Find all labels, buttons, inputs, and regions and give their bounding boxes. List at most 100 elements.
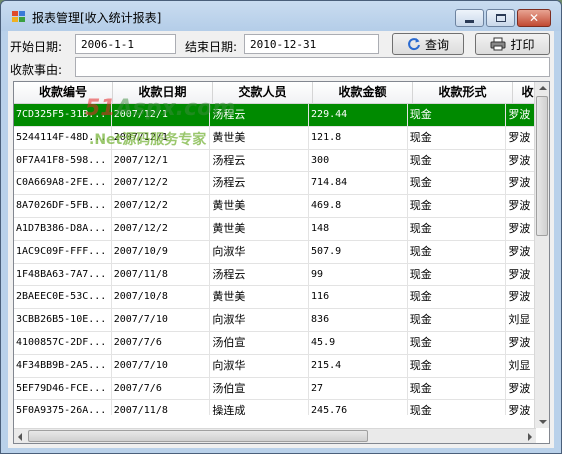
table-cell[interactable]: 0F7A41F8-598... — [14, 149, 112, 172]
table-cell[interactable]: 现金 — [408, 377, 507, 400]
start-date-field[interactable]: 2006-1-1 — [75, 34, 176, 54]
table-row[interactable]: 4100857C-2DF... 2007/7/6 汤伯宣 45.9 现金 罗波 — [14, 331, 536, 355]
table-cell[interactable]: 罗波 — [506, 240, 536, 263]
table-cell[interactable]: 现金 — [408, 286, 507, 309]
table-cell[interactable]: 罗波 — [506, 149, 536, 172]
title-bar[interactable]: 报表管理[收入统计报表] ✕ — [1, 1, 561, 31]
table-cell[interactable]: 8A7026DF-5FB... — [14, 195, 112, 217]
table-cell[interactable]: 现金 — [408, 195, 507, 217]
table-cell[interactable]: 27 — [309, 377, 408, 400]
table-cell[interactable]: 229.44 — [309, 104, 408, 126]
horizontal-scrollbar[interactable] — [14, 428, 536, 443]
table-cell[interactable]: 罗波 — [506, 377, 536, 400]
table-cell[interactable]: 215.4 — [309, 354, 408, 377]
table-cell[interactable]: 现金 — [408, 126, 507, 149]
table-cell[interactable]: 99 — [309, 263, 408, 286]
table-row[interactable]: 3CBB26B5-10E... 2007/7/10 向淑华 836 现金 刘显 — [14, 309, 536, 332]
table-cell[interactable]: 1AC9C09F-FFF... — [14, 240, 112, 263]
table-cell[interactable]: 507.9 — [309, 240, 408, 263]
column-header[interactable]: 收款形式 — [413, 82, 513, 104]
table-cell[interactable]: 汤伯宣 — [210, 377, 310, 400]
table-cell[interactable]: 现金 — [408, 263, 507, 286]
table-cell[interactable]: 现金 — [408, 309, 507, 331]
table-cell[interactable]: 2007/12/2 — [112, 217, 211, 240]
table-cell[interactable]: 现金 — [408, 172, 507, 195]
table-cell[interactable]: 现金 — [408, 354, 507, 377]
end-date-field[interactable]: 2010-12-31 — [244, 34, 379, 54]
table-cell[interactable]: 汤程云 — [210, 172, 310, 195]
table-row[interactable]: 0F7A41F8-598... 2007/12/1 汤程云 300 现金 罗波 — [14, 149, 536, 173]
table-cell[interactable]: 2007/11/8 — [112, 263, 211, 286]
table-cell[interactable]: 2007/7/6 — [112, 331, 211, 354]
table-cell[interactable]: 罗波 — [506, 217, 536, 240]
table-cell[interactable]: 罗波 — [506, 126, 536, 149]
table-cell[interactable]: 罗波 — [506, 331, 536, 354]
table-cell[interactable]: 罗波 — [506, 195, 536, 217]
maximize-button[interactable] — [486, 9, 515, 27]
table-cell[interactable]: 469.8 — [309, 195, 408, 217]
vertical-scroll-thumb[interactable] — [536, 96, 548, 236]
table-cell[interactable]: 2007/7/10 — [112, 309, 211, 331]
table-cell[interactable]: 4F34BB9B-2A5... — [14, 354, 112, 377]
horizontal-scroll-thumb[interactable] — [28, 430, 368, 442]
table-cell[interactable]: 现金 — [408, 400, 507, 415]
table-cell[interactable]: 2BAEEC0E-53C... — [14, 286, 112, 309]
table-cell[interactable]: 向淑华 — [210, 354, 310, 377]
table-row[interactable]: 1AC9C09F-FFF... 2007/10/9 向淑华 507.9 现金 罗波 — [14, 240, 536, 264]
table-row[interactable]: 5EF79D46-FCE... 2007/7/6 汤伯宣 27 现金 罗波 — [14, 377, 536, 401]
table-cell[interactable]: 现金 — [408, 104, 507, 126]
table-cell[interactable]: 操连成 — [210, 400, 310, 415]
minimize-button[interactable] — [455, 9, 484, 27]
table-cell[interactable]: 2007/7/6 — [112, 377, 211, 400]
table-cell[interactable]: 2007/10/9 — [112, 240, 211, 263]
table-cell[interactable]: 刘显 — [506, 309, 536, 331]
table-cell[interactable]: C0A669A8-2FE... — [14, 172, 112, 195]
table-cell[interactable]: 3CBB26B5-10E... — [14, 309, 112, 331]
table-row[interactable]: 4F34BB9B-2A5... 2007/7/10 向淑华 215.4 现金 刘显 — [14, 354, 536, 378]
print-button[interactable]: 打印 — [475, 33, 550, 55]
table-cell[interactable]: 黄世美 — [210, 286, 310, 309]
table-cell[interactable]: 黄世美 — [210, 195, 310, 217]
table-cell[interactable]: 121.8 — [309, 126, 408, 149]
table-cell[interactable]: 现金 — [408, 240, 507, 263]
table-cell[interactable]: 5F0A9375-26A... — [14, 400, 112, 415]
table-cell[interactable]: A1D7B386-D8A... — [14, 217, 112, 240]
table-cell[interactable]: 836 — [309, 309, 408, 331]
table-row[interactable]: A1D7B386-D8A... 2007/12/2 黄世美 148 现金 罗波 — [14, 217, 536, 241]
table-cell[interactable]: 148 — [309, 217, 408, 240]
table-cell[interactable]: 2007/12/2 — [112, 172, 211, 195]
table-cell[interactable]: 45.9 — [309, 331, 408, 354]
table-cell[interactable]: 300 — [309, 149, 408, 172]
query-button[interactable]: 查询 — [392, 33, 464, 55]
scroll-down-icon[interactable] — [539, 420, 547, 424]
table-cell[interactable]: 罗波 — [506, 400, 536, 415]
table-cell[interactable]: 罗波 — [506, 104, 536, 126]
scroll-left-icon[interactable] — [18, 433, 22, 441]
table-cell[interactable]: 罗波 — [506, 172, 536, 195]
table-cell[interactable]: 2007/12/1 — [112, 149, 211, 172]
table-row[interactable]: 2BAEEC0E-53C... 2007/10/8 黄世美 116 现金 罗波 — [14, 286, 536, 310]
table-cell[interactable]: 刘显 — [506, 354, 536, 377]
column-header[interactable]: 收款金额 — [313, 82, 413, 104]
table-cell[interactable]: 向淑华 — [210, 240, 310, 263]
table-cell[interactable]: 4100857C-2DF... — [14, 331, 112, 354]
table-cell[interactable]: 汤程云 — [210, 149, 310, 172]
table-cell[interactable]: 黄世美 — [210, 217, 310, 240]
table-cell[interactable]: 2007/7/10 — [112, 354, 211, 377]
table-cell[interactable]: 245.76 — [309, 400, 408, 415]
vertical-scrollbar[interactable] — [534, 82, 549, 428]
table-cell[interactable]: 现金 — [408, 217, 507, 240]
table-cell[interactable]: 向淑华 — [210, 309, 310, 331]
table-row[interactable]: 8A7026DF-5FB... 2007/12/2 黄世美 469.8 现金 罗波 — [14, 195, 536, 218]
table-cell[interactable]: 2007/12/2 — [112, 195, 211, 217]
table-cell[interactable]: 116 — [309, 286, 408, 309]
table-row[interactable]: 1F48BA63-7A7... 2007/11/8 汤程云 99 现金 罗波 — [14, 263, 536, 287]
table-cell[interactable]: 汤程云 — [210, 263, 310, 286]
table-cell[interactable]: 汤伯宣 — [210, 331, 310, 354]
table-cell[interactable]: 2007/10/8 — [112, 286, 211, 309]
scroll-right-icon[interactable] — [528, 433, 532, 441]
table-cell[interactable]: 现金 — [408, 149, 507, 172]
table-cell[interactable]: 罗波 — [506, 286, 536, 309]
table-cell[interactable]: 2007/11/8 — [112, 400, 211, 415]
scroll-up-icon[interactable] — [539, 86, 547, 90]
